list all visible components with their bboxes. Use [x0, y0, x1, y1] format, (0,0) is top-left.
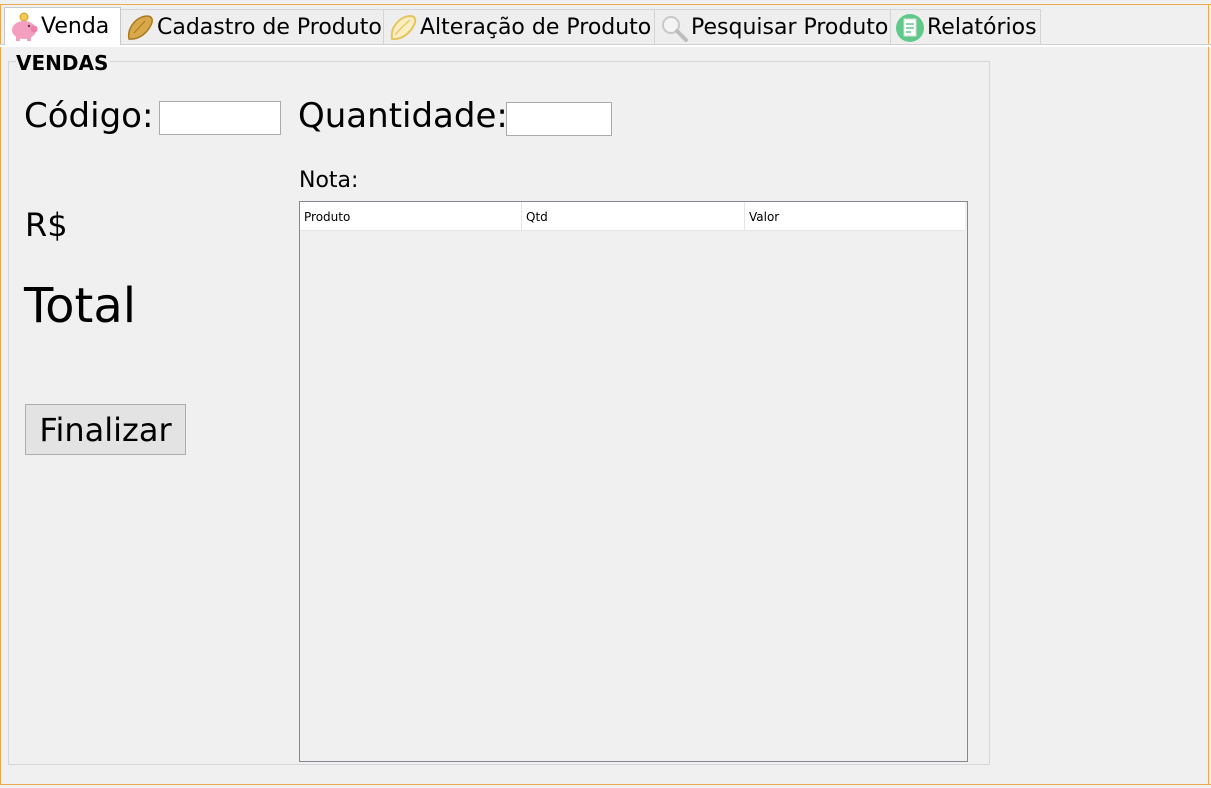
nota-table[interactable]: Produto Qtd Valor	[299, 201, 968, 762]
window-frame-bottom	[0, 784, 1211, 785]
tab-label: Relatórios	[927, 15, 1037, 40]
finalizar-button[interactable]: Finalizar	[25, 404, 186, 455]
tab-divider-highlight	[0, 45, 1211, 47]
nota-label: Nota:	[299, 168, 359, 193]
table-header: Produto Qtd Valor	[300, 202, 965, 231]
column-header-valor[interactable]: Valor	[745, 202, 965, 230]
currency-label: R$	[25, 206, 68, 244]
pastry-icon	[125, 13, 155, 43]
tab-label: Venda	[41, 14, 110, 39]
tab-pesquisar-produto[interactable]: Pesquisar Produto	[654, 9, 891, 45]
magnifier-icon	[659, 13, 689, 43]
quantidade-label: Quantidade:	[298, 96, 508, 136]
tab-label: Cadastro de Produto	[157, 15, 382, 40]
tab-bar: Venda Cadastro de Produto Alteração de P…	[4, 7, 1041, 45]
window-frame-top	[0, 4, 1211, 5]
codigo-input[interactable]	[159, 101, 281, 135]
quantidade-input[interactable]	[506, 102, 612, 136]
panel-title: VENDAS	[16, 51, 111, 75]
column-header-qtd[interactable]: Qtd	[522, 202, 745, 230]
window-frame-right	[1208, 4, 1209, 785]
tab-alteracao-produto[interactable]: Alteração de Produto	[383, 9, 655, 45]
piggy-bank-icon	[9, 12, 39, 42]
window-frame-left	[0, 4, 1, 785]
tab-label: Alteração de Produto	[420, 15, 652, 40]
tab-label: Pesquisar Produto	[691, 15, 889, 40]
column-header-produto[interactable]: Produto	[300, 202, 522, 230]
report-icon	[895, 13, 925, 43]
tab-relatorios[interactable]: Relatórios	[890, 9, 1041, 45]
tab-venda[interactable]: Venda	[4, 7, 121, 45]
codigo-label: Código:	[24, 96, 154, 136]
tab-cadastro-produto[interactable]: Cadastro de Produto	[120, 9, 384, 45]
total-label: Total	[24, 278, 137, 334]
pastry-outline-icon	[388, 13, 418, 43]
